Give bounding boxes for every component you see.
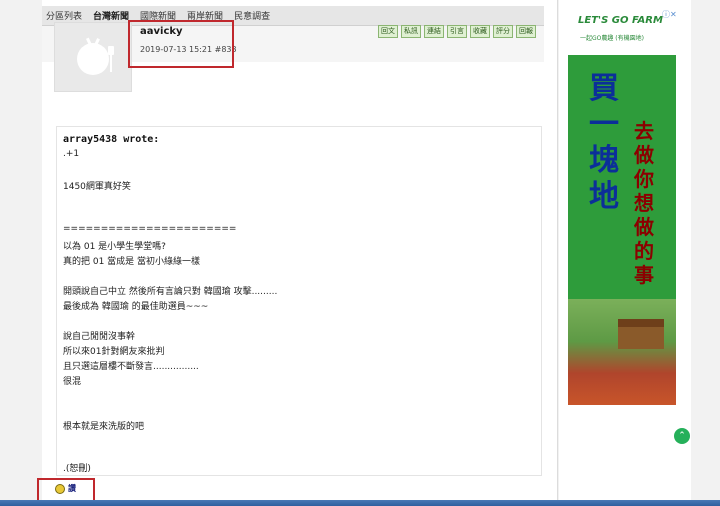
like-button[interactable]: 讚 bbox=[55, 483, 76, 494]
avatar[interactable] bbox=[54, 22, 132, 92]
content-line: 1450網軍真好笑 bbox=[63, 182, 131, 192]
ad-char: 去 bbox=[634, 119, 654, 143]
ad-logo: LET'S GO FARM bbox=[578, 15, 663, 26]
page-gutter bbox=[692, 0, 720, 500]
link-button[interactable]: 連結 bbox=[424, 25, 444, 38]
content-line: .+1 bbox=[63, 149, 80, 159]
sidebar-ad[interactable]: LET'S GO FARM 一起GO農趣 (有機園地) ⓘ✕ 買 一 塊 地 去… bbox=[568, 7, 676, 405]
nav-item-poll[interactable]: 民意調查 bbox=[234, 9, 270, 22]
ad-char: 的 bbox=[634, 239, 654, 263]
quote-button[interactable]: 引言 bbox=[447, 25, 467, 38]
ad-slogan-right: 去 做 你 想 做 的 事 bbox=[624, 119, 664, 287]
content-line: 根本就是來洗版的吧 bbox=[63, 422, 145, 432]
post-actions: 回文 私訊 連結 引言 收藏 評分 回報 bbox=[378, 25, 539, 38]
content-line: .(恕刪) bbox=[63, 464, 91, 474]
ad-char: 你 bbox=[634, 167, 654, 191]
nav-item-list[interactable]: 分區列表 bbox=[46, 9, 82, 22]
rate-button[interactable]: 評分 bbox=[493, 25, 513, 38]
ad-char: 事 bbox=[634, 263, 654, 287]
chevron-up-icon: ⌃ bbox=[678, 430, 686, 441]
favorite-button[interactable]: 收藏 bbox=[470, 25, 490, 38]
main-column: 分區列表 台灣新聞 國際新聞 兩岸新聞 民意調查 aavicky 2019-07… bbox=[42, 0, 558, 500]
ad-header: LET'S GO FARM 一起GO農趣 (有機園地) ⓘ✕ bbox=[568, 7, 676, 55]
ad-char: 一 bbox=[589, 107, 619, 142]
content-line: 很混 bbox=[63, 377, 82, 387]
ad-char: 做 bbox=[634, 143, 654, 167]
nav-item-taiwan-news[interactable]: 台灣新聞 bbox=[93, 9, 129, 22]
ad-farm-image bbox=[568, 299, 676, 405]
content-line: 開頭說自己中立 然後所有言論只對 韓國瑜 攻擊......... bbox=[63, 287, 278, 297]
content-line: ======================= bbox=[63, 224, 237, 234]
scroll-top-button[interactable]: ⌃ bbox=[674, 428, 690, 444]
ad-char: 做 bbox=[634, 215, 654, 239]
ad-char: 塊 bbox=[589, 143, 619, 178]
smiley-icon bbox=[55, 483, 65, 494]
content-line: 以為 01 是小學生學堂嗎? bbox=[63, 242, 166, 252]
content-line: 最後成為 韓國瑜 的最佳助選員~~~ bbox=[63, 302, 209, 312]
ad-house-image bbox=[618, 319, 664, 349]
reply-button[interactable]: 回文 bbox=[378, 25, 398, 38]
ad-subtitle: 一起GO農趣 (有機園地) bbox=[580, 35, 644, 42]
report-button[interactable]: 回報 bbox=[516, 25, 536, 38]
private-message-button[interactable]: 私訊 bbox=[401, 25, 421, 38]
ad-close-icon[interactable]: ⓘ✕ bbox=[662, 9, 676, 20]
page: 分區列表 台灣新聞 國際新聞 兩岸新聞 民意調查 aavicky 2019-07… bbox=[0, 0, 720, 506]
content-line: 真的把 01 當成是 當初小綠綠一樣 bbox=[63, 257, 201, 267]
taskbar-edge bbox=[0, 500, 720, 506]
default-avatar-icon bbox=[77, 37, 114, 75]
post-content: array5438 wrote: .+1 1450網軍真好笑 =========… bbox=[56, 126, 542, 476]
ad-char: 地 bbox=[589, 179, 619, 214]
content-line: 所以來01針對網友來批判 bbox=[63, 347, 165, 357]
like-label: 讚 bbox=[68, 484, 76, 493]
quote-author: array5438 wrote: bbox=[63, 134, 160, 145]
ad-slogan-left: 買 一 塊 地 bbox=[584, 71, 624, 215]
username-highlight-box bbox=[128, 20, 234, 68]
content-line: 說自己閒閒沒事幹 bbox=[63, 332, 136, 342]
ad-char: 想 bbox=[634, 191, 654, 215]
content-line: 且只選這層樓不斷發言................ bbox=[63, 362, 199, 372]
ad-char: 買 bbox=[589, 71, 619, 106]
